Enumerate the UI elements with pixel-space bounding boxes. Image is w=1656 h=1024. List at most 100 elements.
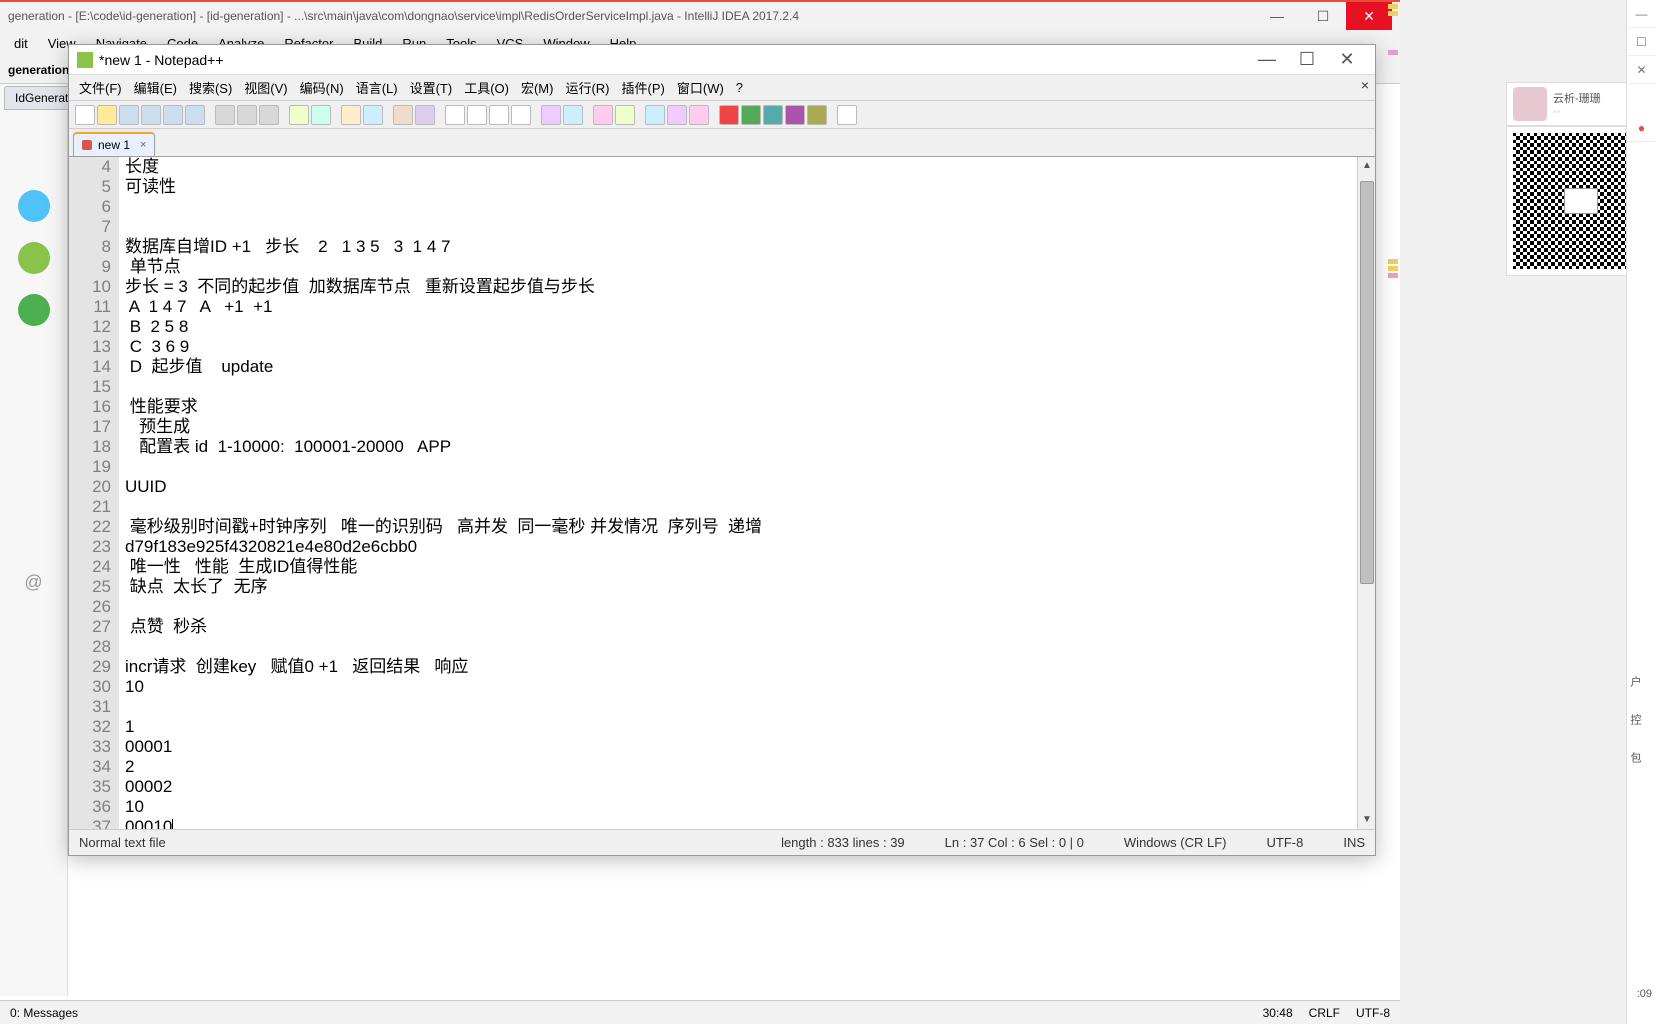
npp-menu-item[interactable]: 编码(N) <box>294 75 350 100</box>
toolbar-button[interactable] <box>763 105 783 125</box>
code-line[interactable]: 配置表 id 1-10000: 100001-20000 APP <box>125 437 1369 457</box>
code-line[interactable]: 性能要求 <box>125 397 1369 417</box>
toolbar-button[interactable] <box>415 105 435 125</box>
toolbar-button[interactable] <box>393 105 413 125</box>
npp-secondary-close-icon[interactable]: × <box>1361 77 1369 93</box>
os-minimize-icon[interactable]: — <box>1627 0 1656 28</box>
toolbar-button[interactable] <box>667 105 687 125</box>
npp-code-area[interactable]: 长度可读性数据库自增ID +1 步长 2 1 3 5 3 1 4 7 单节点步长… <box>119 157 1375 829</box>
code-line[interactable]: 1 <box>125 717 1369 737</box>
code-line[interactable]: 可读性 <box>125 177 1369 197</box>
toolbar-button[interactable] <box>645 105 665 125</box>
code-line[interactable]: C 3 6 9 <box>125 337 1369 357</box>
toolbar-button[interactable] <box>719 105 739 125</box>
code-line[interactable]: 单节点 <box>125 257 1369 277</box>
npp-menu-item[interactable]: 搜索(S) <box>183 75 238 100</box>
toolbar-button[interactable] <box>341 105 361 125</box>
code-line[interactable]: 缺点 太长了 无序 <box>125 577 1369 597</box>
code-line[interactable]: d79f183e925f4320821e4e80d2e6cbb0 <box>125 537 1369 557</box>
os-dock-item[interactable]: 控 <box>1627 700 1643 738</box>
scroll-up-icon[interactable]: ▲ <box>1359 158 1375 174</box>
npp-tab[interactable]: new 1 × <box>73 132 155 156</box>
os-maximize-icon[interactable]: ☐ <box>1627 28 1656 56</box>
code-line[interactable] <box>125 457 1369 477</box>
npp-menu-item[interactable]: 语言(L) <box>350 75 404 100</box>
toolbar-button[interactable] <box>215 105 235 125</box>
code-line[interactable]: 点赞 秒杀 <box>125 617 1369 637</box>
code-line[interactable] <box>125 597 1369 617</box>
intellij-minimize-button[interactable]: — <box>1254 2 1300 30</box>
npp-editor[interactable]: 4567891011121314151617181920212223242526… <box>69 157 1375 829</box>
toolbar-button[interactable] <box>363 105 383 125</box>
toolbar-button[interactable] <box>785 105 805 125</box>
toolbar-button[interactable] <box>185 105 205 125</box>
toolbar-button[interactable] <box>807 105 827 125</box>
intellij-tool-icon[interactable] <box>18 242 50 274</box>
toolbar-button[interactable] <box>689 105 709 125</box>
code-line[interactable] <box>125 497 1369 517</box>
npp-titlebar[interactable]: *new 1 - Notepad++ — ☐ ✕ <box>69 45 1375 75</box>
npp-close-button[interactable]: ✕ <box>1327 46 1367 74</box>
intellij-messages-label[interactable]: 0: Messages <box>10 1006 78 1020</box>
toolbar-button[interactable] <box>445 105 465 125</box>
npp-menu-item[interactable]: 工具(O) <box>458 75 515 100</box>
scroll-down-icon[interactable]: ▼ <box>1359 812 1375 828</box>
os-close-icon[interactable]: ✕ <box>1627 56 1656 84</box>
toolbar-button[interactable] <box>563 105 583 125</box>
toolbar-button[interactable] <box>97 105 117 125</box>
os-user-icon[interactable]: ● <box>1627 114 1656 142</box>
npp-maximize-button[interactable]: ☐ <box>1287 46 1327 74</box>
os-dock-item[interactable]: 包 <box>1627 738 1643 776</box>
toolbar-button[interactable] <box>467 105 487 125</box>
npp-tab-close-icon[interactable]: × <box>140 139 146 151</box>
code-line[interactable]: 00010 <box>125 817 1369 829</box>
toolbar-button[interactable] <box>311 105 331 125</box>
code-line[interactable]: incr请求 创建key 赋值0 +1 返回结果 响应 <box>125 657 1369 677</box>
code-line[interactable]: 毫秒级别时间戳+时钟序列 唯一的识别码 高并发 同一毫秒 并发情况 序列号 递增 <box>125 517 1369 537</box>
code-line[interactable]: 2 <box>125 757 1369 777</box>
intellij-tool-icon[interactable] <box>18 190 50 222</box>
npp-menu-item[interactable]: 插件(P) <box>616 75 671 100</box>
code-line[interactable]: 步长 = 3 不同的起步值 加数据库节点 重新设置起步值与步长 <box>125 277 1369 297</box>
intellij-maximize-button[interactable]: ☐ <box>1300 2 1346 30</box>
toolbar-button[interactable] <box>141 105 161 125</box>
npp-menu-item[interactable]: 宏(M) <box>515 75 560 100</box>
scrollbar-thumb[interactable] <box>1360 181 1374 584</box>
code-line[interactable]: A 1 4 7 A +1 +1 <box>125 297 1369 317</box>
code-line[interactable]: B 2 5 8 <box>125 317 1369 337</box>
toolbar-button[interactable] <box>163 105 183 125</box>
intellij-tool-icon[interactable] <box>18 294 50 326</box>
code-line[interactable]: 10 <box>125 797 1369 817</box>
code-line[interactable]: 00001 <box>125 737 1369 757</box>
toolbar-button[interactable] <box>489 105 509 125</box>
npp-menu-item[interactable]: ? <box>730 77 749 98</box>
code-line[interactable]: 唯一性 性能 生成ID值得性能 <box>125 557 1369 577</box>
code-line[interactable] <box>125 217 1369 237</box>
toolbar-button[interactable] <box>259 105 279 125</box>
os-dock-item[interactable]: 户 <box>1627 662 1643 700</box>
toolbar-button[interactable] <box>541 105 561 125</box>
toolbar-button[interactable] <box>511 105 531 125</box>
code-line[interactable]: 00002 <box>125 777 1369 797</box>
npp-minimize-button[interactable]: — <box>1247 46 1287 74</box>
code-line[interactable]: D 起步值 update <box>125 357 1369 377</box>
at-icon[interactable]: @ <box>18 566 50 598</box>
toolbar-button[interactable] <box>289 105 309 125</box>
toolbar-button[interactable] <box>237 105 257 125</box>
npp-menu-item[interactable]: 编辑(E) <box>128 75 183 100</box>
toolbar-button[interactable] <box>119 105 139 125</box>
npp-menu-item[interactable]: 窗口(W) <box>671 75 730 100</box>
code-line[interactable]: 长度 <box>125 157 1369 177</box>
toolbar-button[interactable] <box>837 105 857 125</box>
toolbar-button[interactable] <box>75 105 95 125</box>
npp-menu-item[interactable]: 视图(V) <box>238 75 293 100</box>
vertical-scrollbar[interactable]: ▲ ▼ <box>1357 157 1375 829</box>
code-line[interactable]: 预生成 <box>125 417 1369 437</box>
intellij-menu-item[interactable]: dit <box>4 33 38 54</box>
npp-menu-item[interactable]: 运行(R) <box>559 75 615 100</box>
code-line[interactable] <box>125 697 1369 717</box>
toolbar-button[interactable] <box>593 105 613 125</box>
toolbar-button[interactable] <box>741 105 761 125</box>
code-line[interactable] <box>125 377 1369 397</box>
code-line[interactable]: 10 <box>125 677 1369 697</box>
